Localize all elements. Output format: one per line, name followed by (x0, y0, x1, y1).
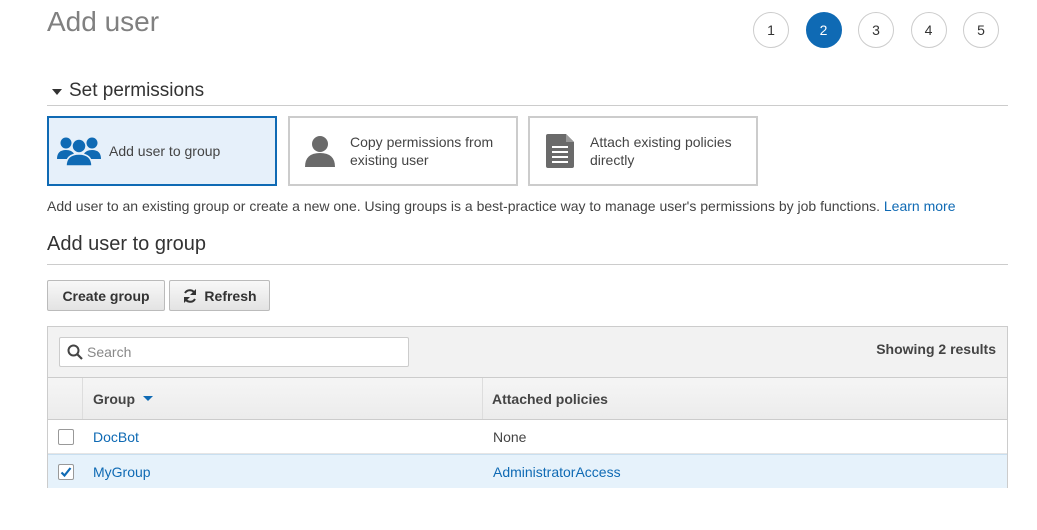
caret-down-icon (52, 89, 62, 95)
option-label-line1: Copy permissions from (350, 134, 494, 150)
option-attach-policies[interactable]: Attach existing policies directly (528, 116, 758, 186)
search-icon (67, 344, 83, 360)
row-check-cell (48, 420, 83, 453)
user-icon (290, 135, 350, 167)
option-add-user-to-group[interactable]: Add user to group (47, 116, 277, 186)
add-user-to-group-title: Add user to group (47, 233, 1008, 265)
option-copy-permissions[interactable]: Copy permissions from existing user (288, 116, 518, 186)
group-link[interactable]: MyGroup (93, 464, 151, 480)
group-icon (49, 135, 109, 167)
policies-cell: AdministratorAccess (483, 455, 1007, 488)
refresh-icon (184, 288, 197, 303)
search-box[interactable] (59, 337, 409, 367)
table-toolbar: Showing 2 results (48, 327, 1007, 378)
step-2-active[interactable]: 2 (805, 12, 842, 48)
page-title: Add user (47, 6, 160, 37)
document-icon (530, 133, 590, 169)
step-5[interactable]: 5 (963, 12, 999, 48)
option-label: Copy permissions from existing user (350, 133, 493, 169)
option-label-line1: Attach existing policies (590, 134, 732, 150)
table-header-row: Group Attached policies (48, 378, 1007, 420)
sort-descending-icon (143, 396, 153, 401)
column-label: Group (93, 390, 135, 407)
row-check-cell (48, 455, 83, 488)
policies-cell: None (493, 428, 527, 445)
option-label: Attach existing policies directly (590, 133, 732, 169)
step-1[interactable]: 1 (753, 12, 789, 48)
learn-more-link[interactable]: Learn more (884, 198, 956, 214)
table-row[interactable]: MyGroup AdministratorAccess (48, 454, 1007, 488)
set-permissions-header[interactable]: Set permissions (47, 77, 1008, 106)
refresh-button[interactable]: Refresh (169, 280, 270, 311)
row-checkbox[interactable] (57, 428, 74, 445)
column-header-attached-policies: Attached policies (492, 390, 608, 407)
checkmark-icon (60, 466, 71, 477)
table-row[interactable]: DocBot None (48, 420, 1007, 454)
results-count: Showing 2 results (876, 341, 996, 357)
search-input[interactable] (87, 344, 387, 360)
group-name-cell: MyGroup (83, 455, 483, 488)
step-3[interactable]: 3 (858, 12, 894, 48)
row-checkbox-checked[interactable] (57, 463, 74, 480)
option-label-line2: directly (590, 152, 635, 168)
column-header-group[interactable]: Group (83, 378, 483, 419)
permissions-help-text: Add user to an existing group or create … (47, 198, 955, 214)
wizard-steps: 1 2 3 4 5 (753, 12, 1016, 48)
header-check-cell (48, 378, 83, 419)
help-text: Add user to an existing group or create … (47, 198, 880, 214)
section-title: Set permissions (69, 80, 205, 101)
create-group-button[interactable]: Create group (47, 280, 165, 311)
groups-table: Showing 2 results Group Attached policie… (47, 326, 1008, 488)
option-label: Add user to group (109, 143, 221, 159)
option-label-line2: existing user (350, 152, 429, 168)
refresh-label: Refresh (204, 287, 257, 304)
add-user-page: Add user 1 2 3 4 5 Set permissions Add u… (0, 0, 1037, 530)
group-name-cell: DocBot (83, 420, 483, 453)
group-link[interactable]: DocBot (93, 429, 139, 445)
policy-link[interactable]: AdministratorAccess (493, 464, 621, 480)
step-4[interactable]: 4 (910, 12, 947, 48)
